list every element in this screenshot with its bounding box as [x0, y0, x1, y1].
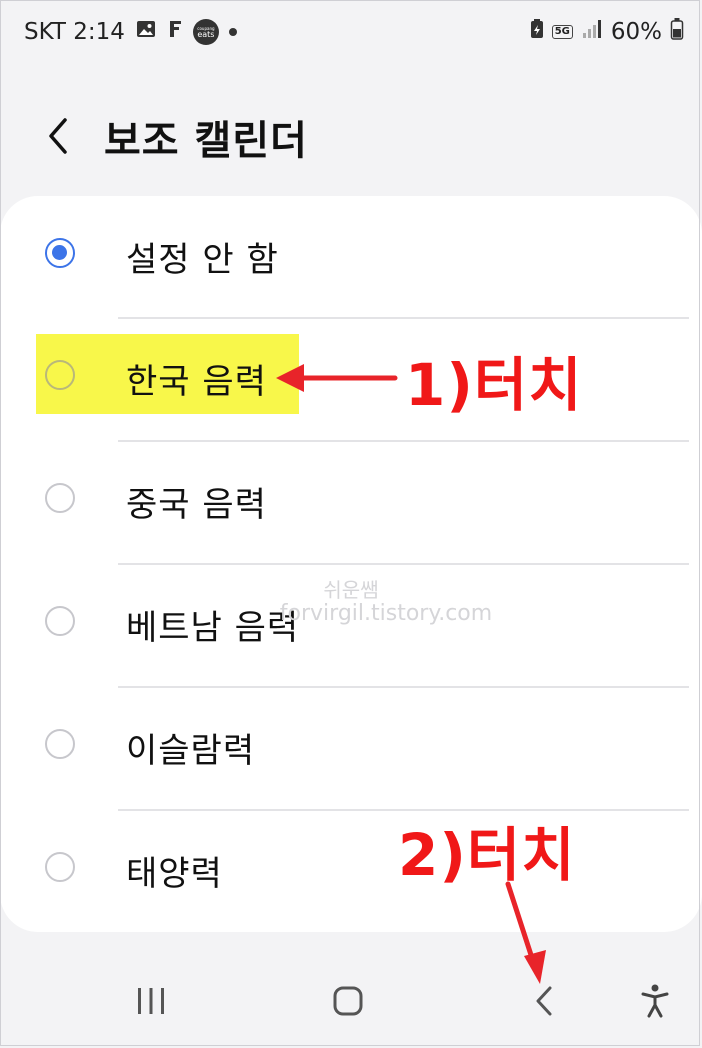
f-app-icon [167, 18, 183, 46]
options-card: 설정 안 함 한국 음력 중국 음력 베트남 음력 이슬람력 태양력 [0, 196, 702, 932]
radio-button[interactable] [45, 483, 75, 513]
accessibility-button[interactable] [630, 976, 680, 1026]
network-type-icon: 5G [551, 25, 573, 39]
option-korean-lunar[interactable]: 한국 음력 [0, 318, 702, 440]
radio-button[interactable] [45, 238, 75, 268]
option-label: 중국 음력 [126, 485, 267, 525]
battery-percent: 60% [610, 19, 662, 45]
header: 보조 캘린더 [0, 96, 702, 176]
option-label: 설정 안 함 [126, 240, 279, 280]
status-right: 5G 60% [530, 16, 684, 48]
back-button[interactable] [34, 112, 82, 160]
radio-button[interactable] [45, 360, 75, 390]
battery-icon [670, 17, 684, 47]
accessibility-icon [641, 984, 669, 1018]
option-none[interactable]: 설정 안 함 [0, 196, 702, 318]
coupang-eats-icon: coupang eats [192, 19, 219, 45]
radio-button[interactable] [45, 729, 75, 759]
watermark-line1: 쉬운쌤 [323, 578, 379, 602]
option-solar[interactable]: 태양력 [0, 810, 702, 932]
recents-button[interactable] [126, 976, 176, 1026]
nav-back-button[interactable] [520, 976, 570, 1026]
signal-icon [581, 18, 603, 46]
recents-icon [138, 988, 164, 1014]
carrier-time: SKT 2:14 [24, 19, 125, 45]
back-icon [536, 986, 552, 1016]
nav-bar [0, 960, 702, 1040]
watermark: 쉬운쌤 forvirgil.tistory.com [0, 578, 702, 626]
option-chinese-lunar[interactable]: 중국 음력 [0, 441, 702, 563]
watermark-line2: forvirgil.tistory.com [279, 601, 493, 626]
option-islamic[interactable]: 이슬람력 [0, 687, 702, 809]
back-chevron-icon [49, 118, 67, 154]
notification-dot-icon [228, 28, 237, 36]
option-label: 한국 음력 [126, 362, 267, 402]
annotation-step1: 1)터치 [405, 351, 583, 419]
radio-button[interactable] [45, 852, 75, 882]
annotation-step2: 2)터치 [398, 821, 576, 889]
status-left: SKT 2:14 coupang eats [24, 16, 237, 48]
image-icon [135, 18, 157, 46]
option-label: 태양력 [126, 854, 223, 894]
home-icon [333, 986, 363, 1016]
home-button[interactable] [323, 976, 373, 1026]
option-label: 이슬람력 [126, 731, 256, 771]
battery-saver-icon [530, 18, 544, 46]
page-title: 보조 캘린더 [104, 118, 308, 164]
status-bar: SKT 2:14 coupang eats 5G 60% [0, 0, 702, 64]
eats-icon-text: eats [197, 29, 215, 39]
